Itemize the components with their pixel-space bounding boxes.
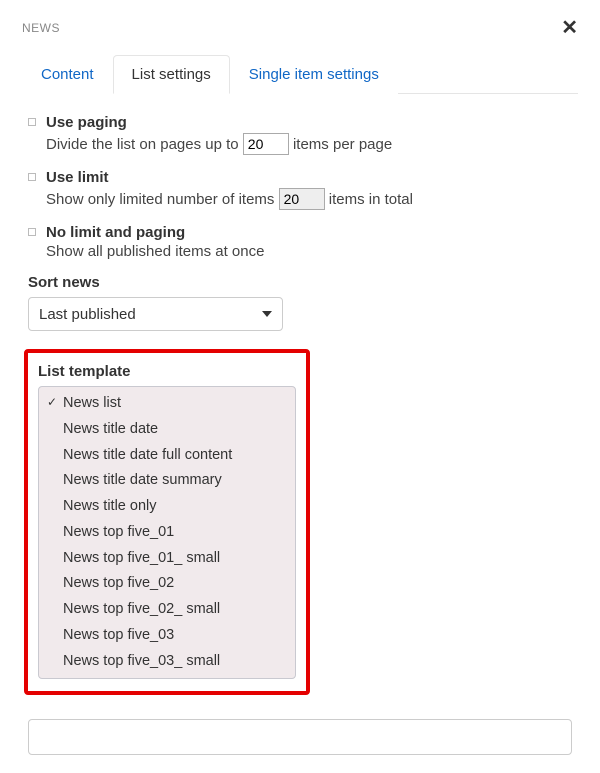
news-settings-dialog: NEWS ✕ Content List settings Single item… bbox=[0, 0, 600, 773]
text: Divide the list on pages up to bbox=[46, 136, 239, 153]
sort-selected-value: Last published bbox=[39, 306, 136, 323]
tabs: Content List settings Single item settin… bbox=[22, 54, 578, 94]
option-desc: Show all published items at once bbox=[46, 243, 578, 260]
option-title: Use paging bbox=[46, 114, 578, 131]
list-template-option[interactable]: News top five_01_ small bbox=[39, 546, 295, 572]
paging-items-input[interactable] bbox=[243, 133, 289, 155]
list-template-option[interactable]: News title date summary bbox=[39, 468, 295, 494]
list-template-label: List template bbox=[38, 363, 296, 380]
list-template-dropdown[interactable]: News listNews title dateNews title date … bbox=[38, 386, 296, 679]
dialog-title: NEWS bbox=[22, 21, 60, 35]
option-desc: Show only limited number of items items … bbox=[46, 188, 578, 210]
list-template-highlight: List template News listNews title dateNe… bbox=[24, 349, 310, 695]
list-template-option[interactable]: News title only bbox=[39, 494, 295, 520]
option-title: No limit and paging bbox=[46, 224, 578, 241]
tab-list-settings[interactable]: List settings bbox=[113, 55, 230, 94]
sort-select[interactable]: Last published bbox=[28, 297, 283, 331]
list-template-option[interactable]: News top five_02 bbox=[39, 571, 295, 597]
chevron-down-icon bbox=[262, 311, 272, 317]
text: items per page bbox=[293, 136, 392, 153]
option-use-paging[interactable]: Use paging Divide the list on pages up t… bbox=[28, 114, 578, 155]
limit-items-input[interactable] bbox=[279, 188, 325, 210]
list-template-option[interactable]: News top five_01 bbox=[39, 520, 295, 546]
list-template-option[interactable]: News top five_03 bbox=[39, 623, 295, 649]
option-title: Use limit bbox=[46, 169, 578, 186]
option-use-limit[interactable]: Use limit Show only limited number of it… bbox=[28, 169, 578, 210]
list-template-option[interactable]: News list bbox=[39, 391, 295, 417]
list-template-option[interactable]: News top five_02_ small bbox=[39, 597, 295, 623]
text: items in total bbox=[329, 191, 413, 208]
tab-content[interactable]: Content bbox=[22, 55, 113, 94]
list-options: Use paging Divide the list on pages up t… bbox=[28, 114, 578, 260]
list-template-option[interactable]: News title date bbox=[39, 417, 295, 443]
close-icon[interactable]: ✕ bbox=[561, 18, 578, 38]
option-desc: Divide the list on pages up to items per… bbox=[46, 133, 578, 155]
list-template-option[interactable]: News top five_03_ small bbox=[39, 649, 295, 675]
option-no-limit[interactable]: No limit and paging Show all published i… bbox=[28, 224, 578, 260]
sort-label: Sort news bbox=[28, 274, 578, 291]
tab-single-item[interactable]: Single item settings bbox=[230, 55, 398, 94]
dialog-header: NEWS ✕ bbox=[22, 18, 578, 38]
css-classes-input[interactable] bbox=[28, 719, 572, 755]
text: Show only limited number of items bbox=[46, 191, 274, 208]
list-template-option[interactable]: News title date full content bbox=[39, 443, 295, 469]
